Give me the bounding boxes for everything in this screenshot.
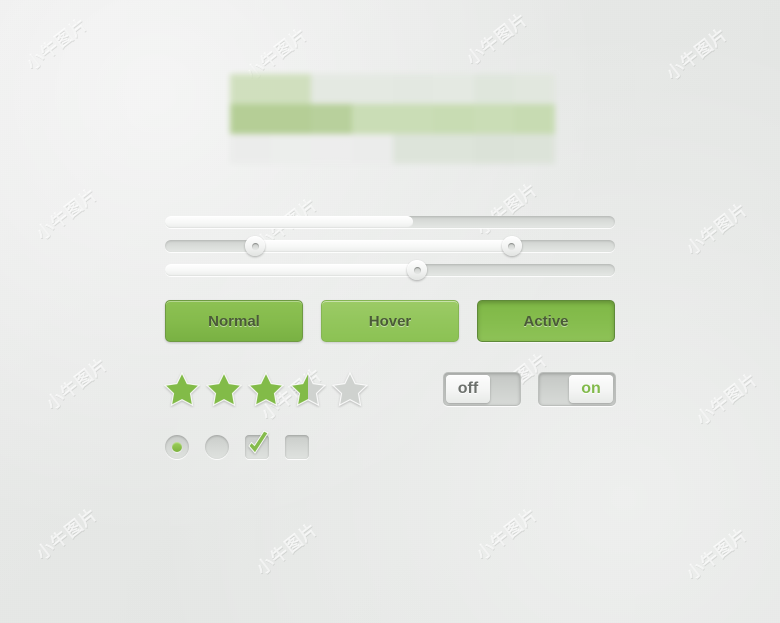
watermark: 小牛图片 — [43, 354, 113, 415]
watermark: 小牛图片 — [23, 14, 93, 75]
hover-button-label: Hover — [368, 312, 412, 330]
pixel-cell — [473, 134, 515, 164]
watermark: 小牛图片 — [253, 519, 323, 580]
pixel-cell — [392, 104, 434, 134]
slider-range[interactable] — [165, 236, 615, 256]
pixel-row — [230, 104, 555, 134]
star-rating[interactable] — [163, 370, 369, 408]
watermark: 小牛图片 — [473, 504, 543, 565]
slider-single[interactable] — [165, 260, 615, 280]
star-icon[interactable] — [205, 370, 243, 408]
slider-handle[interactable] — [407, 260, 427, 280]
pixel-cell — [270, 104, 312, 134]
pixel-cell — [230, 104, 271, 134]
pixel-cell — [433, 134, 474, 164]
star-icon[interactable] — [331, 370, 369, 408]
watermark: 小牛图片 — [33, 504, 103, 565]
pixel-cell — [473, 104, 515, 134]
toggle-on[interactable]: on — [538, 372, 616, 406]
pixel-cell — [311, 104, 352, 134]
star-icon[interactable] — [163, 370, 201, 408]
toggle-knob[interactable]: on — [569, 375, 613, 403]
star-icon[interactable] — [247, 370, 285, 408]
ui-kit-stage: 小牛图片 小牛图片 小牛图片 小牛图片 小牛图片 小牛图片 小牛图片 小牛图片 … — [0, 0, 780, 623]
pixel-cell — [311, 134, 352, 164]
pixel-cell — [433, 104, 474, 134]
slider-progress[interactable] — [165, 216, 615, 228]
pixel-cell — [270, 134, 312, 164]
watermark: 小牛图片 — [33, 184, 103, 245]
star-icon[interactable] — [289, 370, 327, 408]
watermark: 小牛图片 — [473, 179, 543, 240]
pixel-cell — [392, 134, 434, 164]
pixelated-banner — [230, 74, 555, 164]
toggle-off-label: off — [457, 380, 479, 397]
radio-selected[interactable] — [165, 435, 189, 459]
pixel-cell — [230, 134, 271, 164]
pixel-cell — [473, 74, 515, 104]
checkbox-checked[interactable] — [245, 430, 269, 459]
hover-button[interactable]: Hover — [321, 300, 459, 342]
active-button[interactable]: Active — [477, 300, 615, 342]
pixel-cell — [514, 104, 555, 134]
pixel-cell — [351, 104, 393, 134]
pixel-cell — [433, 74, 474, 104]
pixel-cell — [514, 134, 555, 164]
toggle-knob[interactable]: off — [446, 375, 490, 403]
pixel-cell — [311, 74, 352, 104]
pixel-cell — [351, 134, 393, 164]
pixel-row — [230, 74, 555, 104]
slider-fill — [165, 216, 413, 228]
watermark: 小牛图片 — [663, 24, 733, 85]
toggle-off[interactable]: off — [443, 372, 521, 406]
checkbox-unchecked[interactable] — [285, 435, 309, 459]
pixel-cell — [392, 74, 434, 104]
active-button-label: Active — [523, 312, 569, 330]
pixel-cell — [270, 74, 312, 104]
slider-fill — [165, 264, 417, 276]
pixel-cell — [514, 74, 555, 104]
normal-button[interactable]: Normal — [165, 300, 303, 342]
watermark: 小牛图片 — [683, 524, 753, 585]
pixel-cell — [230, 74, 271, 104]
slider-handle[interactable] — [245, 236, 265, 256]
toggle-on-label: on — [581, 380, 601, 397]
watermark: 小牛图片 — [693, 369, 763, 430]
pixel-cell — [351, 74, 393, 104]
check-icon — [243, 429, 273, 466]
slider-range-fill — [255, 240, 512, 252]
choice-row — [165, 430, 309, 459]
watermark: 小牛图片 — [463, 9, 533, 70]
watermark: 小牛图片 — [683, 199, 753, 260]
pixel-row — [230, 134, 555, 164]
radio-unselected[interactable] — [205, 435, 229, 459]
normal-button-label: Normal — [208, 312, 260, 330]
slider-handle[interactable] — [501, 236, 522, 256]
